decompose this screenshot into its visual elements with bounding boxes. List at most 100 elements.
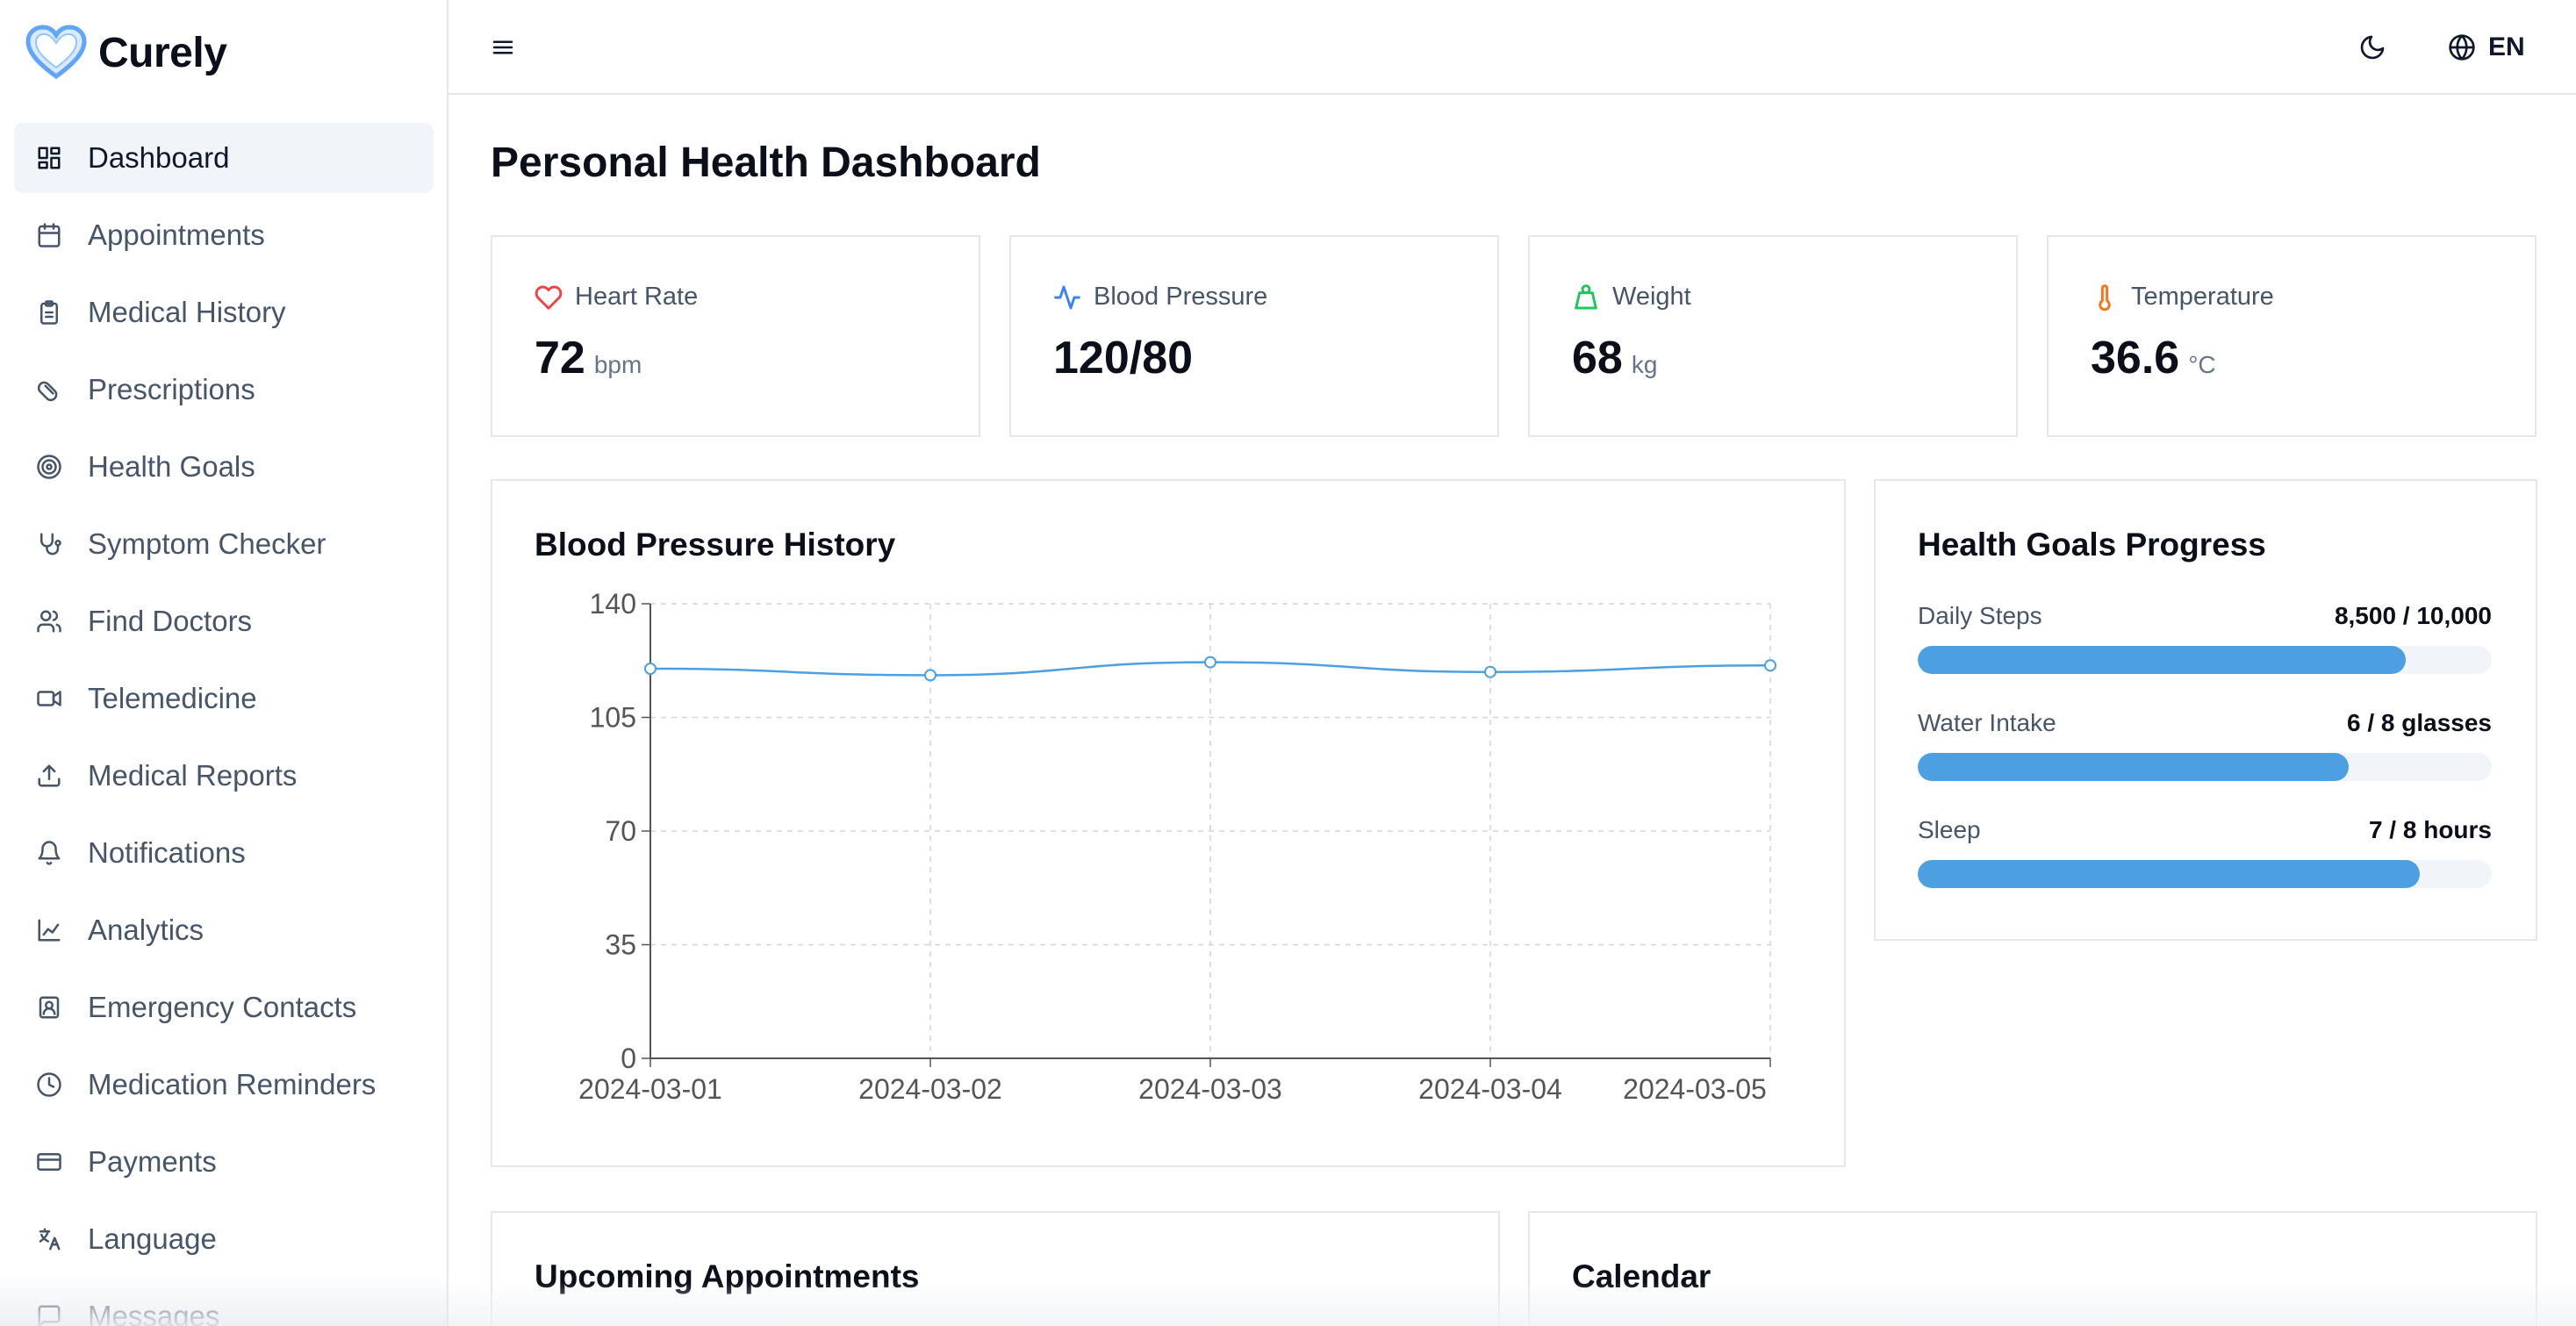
sidebar-item-prescriptions[interactable]: Prescriptions xyxy=(14,355,434,425)
goal-name: Daily Steps xyxy=(1918,602,2042,629)
x-tick-label: 2024-03-01 xyxy=(578,1073,722,1105)
progress-fill xyxy=(1918,646,2406,674)
goal-daily-steps: Daily Steps 8,500 / 10,000 xyxy=(1918,602,2492,674)
target-icon xyxy=(35,453,63,481)
sidebar-item-label: Messages xyxy=(88,1300,220,1326)
sidebar-item-medication-reminders[interactable]: Medication Reminders xyxy=(14,1050,434,1120)
data-point xyxy=(1764,659,1776,672)
sidebar-item-language[interactable]: Language xyxy=(14,1204,434,1274)
sidebar-item-find-doctors[interactable]: Find Doctors xyxy=(14,586,434,656)
sidebar-item-label: Appointments xyxy=(88,219,265,251)
sidebar-item-appointments[interactable]: Appointments xyxy=(14,200,434,270)
main-content: Personal Health Dashboard Heart Rate 72 b… xyxy=(448,95,2576,1326)
sidebar-item-label: Analytics xyxy=(88,914,205,946)
language-code: EN xyxy=(2488,32,2525,61)
data-point xyxy=(644,663,657,675)
x-tick-label: 2024-03-02 xyxy=(858,1073,1002,1105)
sidebar-item-label: Find Doctors xyxy=(88,605,253,637)
goal-name: Water Intake xyxy=(1918,709,2056,736)
moon-icon xyxy=(2360,35,2385,60)
sidebar-item-label: Telemedicine xyxy=(88,682,257,714)
weight-value-row: 68 kg xyxy=(1572,332,1657,384)
sidebar-item-label: Medical History xyxy=(88,296,286,328)
progress-fill xyxy=(1918,753,2349,781)
sidebar-item-messages[interactable]: Messages xyxy=(14,1281,434,1326)
calendar-icon xyxy=(35,221,63,249)
progress-bar xyxy=(1918,860,2492,888)
card-title: Upcoming Appointments xyxy=(535,1258,920,1294)
stat-value: 120/80 xyxy=(1053,333,1194,383)
goal-row: Daily Steps 8,500 / 10,000 xyxy=(1918,602,2492,630)
heart-rate-card: Heart Rate 72 bpm xyxy=(491,235,980,437)
goal-row: Water Intake 6 / 8 glasses xyxy=(1918,709,2492,737)
stat-unit: kg xyxy=(1631,351,1658,378)
card-title: Health Goals Progress xyxy=(1918,527,2266,563)
theme-toggle-button[interactable] xyxy=(2351,26,2393,68)
sidebar-item-label: Dashboard xyxy=(88,141,230,174)
sidebar-item-payments[interactable]: Payments xyxy=(14,1127,434,1197)
blood-pressure-history-card: Blood Pressure History 0 35 70 105 140 2024-0… xyxy=(491,479,1846,1167)
goal-value: 8,500 / 10,000 xyxy=(2334,602,2492,629)
sidebar-item-analytics[interactable]: Analytics xyxy=(14,895,434,965)
sidebar-item-label: Notifications xyxy=(88,836,246,869)
blood-pressure-value-row: 120/80 xyxy=(1053,332,1193,384)
sidebar-item-label: Symptom Checker xyxy=(88,527,326,560)
weight-label-row: Weight xyxy=(1572,283,1691,312)
sidebar-item-telemedicine[interactable]: Telemedicine xyxy=(14,663,434,734)
video-icon xyxy=(35,685,63,713)
y-tick-label: 70 xyxy=(605,815,636,847)
sidebar-item-label: Prescriptions xyxy=(88,373,255,405)
bell-icon xyxy=(35,839,63,867)
weight-card: Weight 68 kg xyxy=(1528,235,2018,437)
logo[interactable]: Curely xyxy=(25,21,227,84)
stat-value: 36.6 xyxy=(2091,333,2180,383)
data-point xyxy=(924,669,936,682)
progress-bar xyxy=(1918,753,2492,781)
y-tick-label: 140 xyxy=(590,588,636,620)
language-switcher[interactable]: EN xyxy=(2448,25,2525,70)
data-point xyxy=(1484,665,1496,678)
sidebar-item-label: Medication Reminders xyxy=(88,1068,377,1100)
dashboard-icon xyxy=(35,144,63,172)
sidebar-item-medical-history[interactable]: Medical History xyxy=(14,277,434,348)
translate-icon xyxy=(35,1225,63,1253)
sidebar-item-emergency-contacts[interactable]: Emergency Contacts xyxy=(14,972,434,1043)
heart-logo-icon xyxy=(25,25,87,80)
card-title: Calendar xyxy=(1572,1258,1711,1294)
goal-water-intake: Water Intake 6 / 8 glasses xyxy=(1918,709,2492,781)
goal-value: 6 / 8 glasses xyxy=(2346,709,2492,736)
temperature-label-row: Temperature xyxy=(2091,283,2274,312)
heart-icon xyxy=(535,285,563,310)
temperature-value-row: 36.6 °C xyxy=(2091,332,2216,384)
activity-icon xyxy=(1054,285,1080,309)
clipboard-icon xyxy=(35,298,63,326)
stat-label: Heart Rate xyxy=(575,283,699,311)
sidebar: Curely Dashboard Appointments Medical Hi… xyxy=(0,0,448,1326)
sidebar-item-health-goals[interactable]: Health Goals xyxy=(14,432,434,502)
y-tick-label: 105 xyxy=(590,702,636,734)
top-bar: EN xyxy=(448,0,2576,95)
sidebar-item-label: Health Goals xyxy=(88,450,255,483)
sidebar-item-symptom-checker[interactable]: Symptom Checker xyxy=(14,509,434,579)
blood-pressure-card: Blood Pressure 120/80 xyxy=(1009,235,1499,437)
stat-label: Blood Pressure xyxy=(1094,283,1268,311)
globe-icon xyxy=(2449,34,2475,61)
stat-unit: °C xyxy=(2188,351,2216,378)
clock-icon xyxy=(35,1071,63,1099)
goal-value: 7 / 8 hours xyxy=(2368,816,2492,843)
upload-icon xyxy=(35,762,63,790)
blood-pressure-chart: 0 35 70 105 140 2024-03-01 2024-03-02 2024-03-0… xyxy=(578,588,1776,1105)
goal-sleep: Sleep 7 / 8 hours xyxy=(1918,816,2492,888)
x-tick-label: 2024-03-04 xyxy=(1418,1073,1562,1105)
y-tick-label: 0 xyxy=(621,1043,636,1074)
calendar-card: Calendar xyxy=(1528,1211,2537,1326)
menu-icon xyxy=(492,40,513,54)
menu-toggle-button[interactable] xyxy=(482,26,524,68)
y-tick-label: 35 xyxy=(605,929,636,961)
users-icon xyxy=(35,607,63,635)
sidebar-item-medical-reports[interactable]: Medical Reports xyxy=(14,741,434,811)
sidebar-item-notifications[interactable]: Notifications xyxy=(14,818,434,888)
sidebar-item-dashboard[interactable]: Dashboard xyxy=(14,123,434,193)
sidebar-item-label: Language xyxy=(88,1222,217,1255)
progress-fill xyxy=(1918,860,2421,888)
